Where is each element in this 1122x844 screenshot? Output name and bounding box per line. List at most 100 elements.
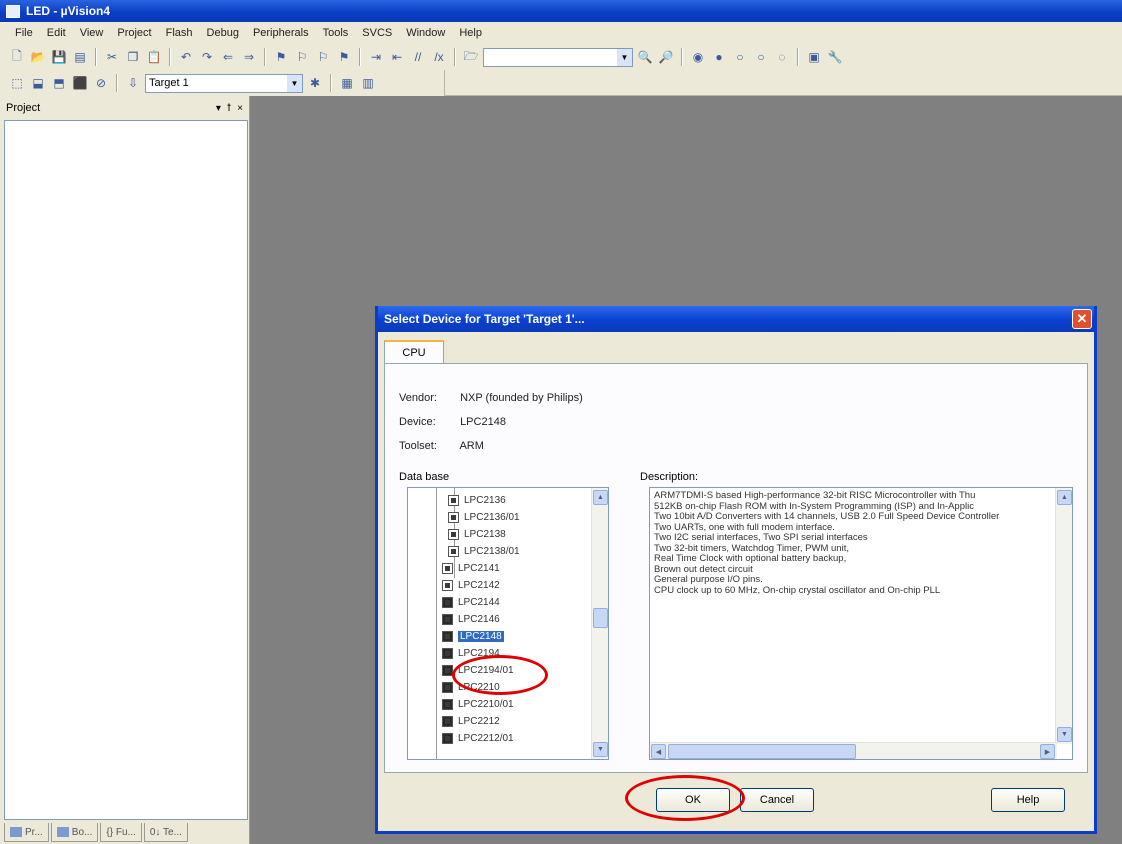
open-folder-icon[interactable]: 📂 [29, 48, 47, 66]
incremental-find-icon[interactable]: 🔎 [657, 48, 675, 66]
nav-forward-icon[interactable]: ⇒ [240, 48, 258, 66]
scroll-up-icon[interactable]: ▲ [593, 490, 608, 505]
menu-svcs[interactable]: SVCS [355, 27, 399, 39]
copy-icon[interactable]: ❐ [124, 48, 142, 66]
tree-item-lpc2148-selected[interactable]: LPC2148 [442, 628, 504, 645]
next-bookmark-icon[interactable]: ⚐ [314, 48, 332, 66]
stop-build-icon[interactable]: ⊘ [92, 74, 110, 92]
translate-icon[interactable]: ⬚ [8, 74, 26, 92]
menu-view[interactable]: View [73, 27, 111, 39]
scroll-down-icon[interactable]: ▼ [1057, 727, 1072, 742]
tree-item-lpc2210-01[interactable]: LPC2210/01 [442, 696, 514, 713]
debug-start-icon[interactable]: ◉ [689, 48, 707, 66]
clear-bookmarks-icon[interactable]: ⚑ [335, 48, 353, 66]
new-file-icon[interactable]: 🗋 [8, 48, 26, 66]
menu-tools[interactable]: Tools [316, 27, 356, 39]
save-all-icon[interactable]: ▤ [71, 48, 89, 66]
cut-icon[interactable]: ✂ [103, 48, 121, 66]
tree-item-lpc2136-01[interactable]: LPC2136/01 [448, 509, 520, 526]
tree-item-lpc2142[interactable]: LPC2142 [442, 577, 500, 594]
cancel-button[interactable]: Cancel [740, 788, 814, 812]
menu-project[interactable]: Project [110, 27, 158, 39]
comment-icon[interactable]: // [409, 48, 427, 66]
tree-item-lpc2146[interactable]: LPC2146 [442, 611, 500, 628]
paste-icon[interactable]: 📋 [145, 48, 163, 66]
configure-icon[interactable]: 🔧 [826, 48, 844, 66]
find-icon[interactable]: 🔍 [636, 48, 654, 66]
scroll-left-icon[interactable]: ◀ [651, 744, 666, 759]
dialog-titlebar[interactable]: Select Device for Target 'Target 1'... ✕ [378, 306, 1094, 332]
build-icon[interactable]: ⬓ [29, 74, 47, 92]
scroll-down-icon[interactable]: ▼ [593, 742, 608, 757]
panel-menu-icon[interactable]: ▾ [216, 103, 221, 114]
undo-icon[interactable]: ↶ [177, 48, 195, 66]
find-combo[interactable]: ▼ [483, 47, 633, 67]
ok-button[interactable]: OK [656, 788, 730, 812]
tree-item-lpc2138-01[interactable]: LPC2138/01 [448, 543, 520, 560]
panel-pin-icon[interactable]: ꝉ [227, 103, 231, 114]
redo-icon[interactable]: ↷ [198, 48, 216, 66]
target-options-icon[interactable]: ✱ [306, 74, 324, 92]
save-icon[interactable]: 💾 [50, 48, 68, 66]
database-vertical-scrollbar[interactable]: ▲ ▼ [591, 488, 608, 759]
project-panel-title: Project [6, 102, 41, 114]
rebuild-icon[interactable]: ⬒ [50, 74, 68, 92]
menu-peripherals[interactable]: Peripherals [246, 27, 316, 39]
scroll-thumb[interactable] [668, 744, 856, 759]
description-line: General purpose I/O pins. [654, 574, 763, 585]
scroll-thumb[interactable] [593, 608, 608, 628]
chevron-down-icon[interactable]: ▼ [287, 74, 302, 92]
device-database-tree[interactable]: LPC2136 LPC2136/01 LPC2138 LPC2138/01 LP… [407, 487, 609, 760]
panel-close-icon[interactable]: × [237, 103, 243, 114]
bookmark-icon[interactable]: ⚑ [272, 48, 290, 66]
tab-books[interactable]: Bo... [50, 823, 99, 842]
tree-item-lpc2141[interactable]: LPC2141 [442, 560, 500, 577]
menu-help[interactable]: Help [452, 27, 489, 39]
tab-templates-label: 0↓ Te... [149, 826, 182, 838]
scroll-right-icon[interactable]: ▶ [1040, 744, 1055, 759]
disable-all-breakpoints-icon[interactable]: ○ [752, 48, 770, 66]
description-box[interactable]: ARM7TDMI-S based High-performance 32-bit… [649, 487, 1073, 760]
project-tree[interactable] [4, 120, 248, 820]
tab-templates[interactable]: 0↓ Te... [143, 823, 188, 842]
disable-breakpoint-icon[interactable]: ○ [731, 48, 749, 66]
window-titlebar[interactable]: LED - µVision4 [0, 0, 1122, 22]
menu-file[interactable]: File [8, 27, 40, 39]
tree-item-lpc2194[interactable]: LPC2194 [442, 645, 500, 662]
tree-item-lpc2212-01[interactable]: LPC2212/01 [442, 730, 514, 747]
help-button[interactable]: Help [991, 788, 1065, 812]
menu-edit[interactable]: Edit [40, 27, 73, 39]
tree-item-lpc2144[interactable]: LPC2144 [442, 594, 500, 611]
indent-icon[interactable]: ⇥ [367, 48, 385, 66]
chevron-down-icon[interactable]: ▼ [617, 48, 632, 66]
tab-cpu[interactable]: CPU [384, 340, 444, 364]
chip-icon [442, 665, 453, 676]
find-in-files-icon[interactable]: 🗁 [462, 48, 480, 66]
description-horizontal-scrollbar[interactable]: ◀ ▶ [650, 742, 1057, 759]
description-vertical-scrollbar[interactable]: ▲ ▼ [1055, 488, 1072, 744]
close-icon[interactable]: ✕ [1072, 309, 1092, 329]
batch-build-icon[interactable]: ⬛ [71, 74, 89, 92]
window-select-icon[interactable]: ▣ [805, 48, 823, 66]
target-select[interactable]: Target 1 ▼ [145, 73, 303, 93]
unindent-icon[interactable]: ⇤ [388, 48, 406, 66]
menu-flash[interactable]: Flash [159, 27, 200, 39]
tree-item-lpc2210[interactable]: LPC2210 [442, 679, 500, 696]
components-icon[interactable]: ▦ [338, 74, 356, 92]
menu-debug[interactable]: Debug [200, 27, 246, 39]
menu-window[interactable]: Window [399, 27, 452, 39]
tab-functions[interactable]: {} Fu... [100, 823, 142, 842]
tree-item-lpc2138[interactable]: LPC2138 [448, 526, 506, 543]
books-icon[interactable]: ▥ [359, 74, 377, 92]
scroll-up-icon[interactable]: ▲ [1057, 490, 1072, 505]
kill-breakpoints-icon[interactable]: ◌ [773, 48, 791, 66]
tree-item-lpc2194-01[interactable]: LPC2194/01 [442, 662, 514, 679]
tree-item-lpc2212[interactable]: LPC2212 [442, 713, 500, 730]
tree-item-lpc2136[interactable]: LPC2136 [448, 492, 506, 509]
download-icon[interactable]: ⇩ [124, 74, 142, 92]
breakpoint-icon[interactable]: ● [710, 48, 728, 66]
nav-back-icon[interactable]: ⇐ [219, 48, 237, 66]
tab-project[interactable]: Pr... [4, 823, 49, 842]
uncomment-icon[interactable]: /x [430, 48, 448, 66]
prev-bookmark-icon[interactable]: ⚐ [293, 48, 311, 66]
